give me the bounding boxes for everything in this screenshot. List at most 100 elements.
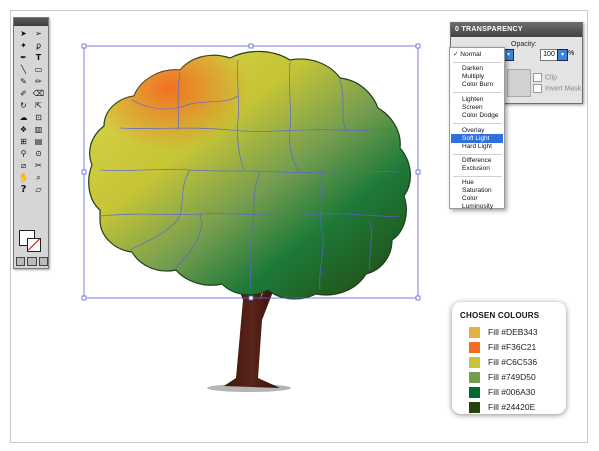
layer-thumbnail[interactable] <box>507 69 531 97</box>
menu-separator <box>453 176 502 177</box>
blend-mode-item[interactable]: Hue <box>462 179 474 187</box>
eraser-icon[interactable]: ⌫ <box>32 89 45 99</box>
mesh-icon[interactable]: ⊞ <box>17 137 30 147</box>
blend-icon[interactable]: ⊙ <box>32 149 45 159</box>
tools-panel[interactable]: ➤ ➢ ✦ ϼ ✒ T ╲ ▭ ✎ ✏ ✐ ⌫ ↻ ⇱ ☁ ⊡ ❖ ▥ ⊞ ▤ … <box>13 17 49 269</box>
color-mode-icon[interactable] <box>16 257 26 266</box>
paintbrush-icon[interactable]: ✎ <box>17 77 30 87</box>
invert-mask-checkbox[interactable]: Invert Mask <box>533 84 581 93</box>
pencil-icon[interactable]: ✏ <box>32 77 45 87</box>
blend-mode-item[interactable]: Hard Light <box>462 143 492 151</box>
menu-separator <box>453 92 502 93</box>
blend-mode-item-highlighted[interactable]: Soft Light <box>462 135 489 143</box>
clip-label: Clip <box>545 74 558 82</box>
opacity-input[interactable]: 100 <box>540 49 558 61</box>
blend-mode-item[interactable]: Darken <box>462 65 483 73</box>
colour-swatch <box>469 401 480 413</box>
gradient-mode-icon[interactable] <box>27 257 37 266</box>
hand-icon[interactable]: ✋ <box>17 173 30 183</box>
invert-mask-checkbox-box[interactable] <box>533 84 542 93</box>
line-icon[interactable]: ╲ <box>17 65 30 75</box>
zoom-icon[interactable]: ⌕ <box>32 173 45 183</box>
colour-label: Fill #006A30 <box>488 387 536 397</box>
blend-mode-item[interactable]: Screen <box>462 104 483 112</box>
colour-swatch <box>469 371 480 383</box>
colour-label: Fill #F36C21 <box>488 342 537 352</box>
colour-swatch <box>469 326 480 338</box>
blend-mode-item[interactable]: Saturation <box>462 187 492 195</box>
magic-wand-icon[interactable]: ✦ <box>17 41 30 51</box>
chosen-colours-title: CHOSEN COLOURS <box>460 311 540 320</box>
lasso-icon[interactable]: ϼ <box>32 41 45 51</box>
colour-row: Fill #F36C21 <box>469 341 536 353</box>
blend-mode-item[interactable]: Multiply <box>462 73 484 81</box>
handle-bottom-left[interactable] <box>81 295 87 301</box>
type-icon[interactable]: T <box>32 53 45 63</box>
colour-label: Fill #24420E <box>488 402 536 412</box>
opacity-label: Opacity: <box>511 41 537 48</box>
handle-top-left[interactable] <box>81 43 87 49</box>
handle-bottom-right[interactable] <box>415 295 421 301</box>
free-transform-icon[interactable]: ⊡ <box>32 113 45 123</box>
handle-bottom-center[interactable] <box>248 295 254 301</box>
selection-tool-icon[interactable]: ➤ <box>17 29 30 39</box>
blend-mode-item[interactable]: Difference <box>462 157 492 165</box>
colour-label: Fill #DEB343 <box>488 327 538 337</box>
blend-mode-item[interactable]: Lighten <box>462 96 483 104</box>
chosen-colours-card: CHOSEN COLOURS Fill #DEB343 Fill #F36C21… <box>452 302 566 414</box>
blend-mode-item[interactable]: Luminosity <box>462 203 493 211</box>
colour-label: Fill #C6C536 <box>488 357 538 367</box>
crown-highlight <box>88 51 411 299</box>
slice-icon[interactable]: ⧄ <box>17 161 30 171</box>
colour-label: Fill #749D50 <box>488 372 536 382</box>
colour-swatch <box>469 356 480 368</box>
blend-mode-item[interactable]: Exclusion <box>462 165 490 173</box>
warp-icon[interactable]: ☁ <box>17 113 30 123</box>
stroke-swatch[interactable] <box>27 238 41 252</box>
colour-row: Fill #24420E <box>469 401 535 413</box>
graph-icon[interactable]: ▥ <box>32 125 45 135</box>
fill-stroke-swatches[interactable] <box>17 228 45 256</box>
menu-separator <box>453 62 502 63</box>
gradient-icon[interactable]: ▤ <box>32 137 45 147</box>
opacity-dropdown-button[interactable]: ▾ <box>557 49 568 61</box>
screen-mode-buttons[interactable] <box>16 257 48 266</box>
rectangle-icon[interactable]: ▭ <box>32 65 45 75</box>
pen-icon[interactable]: ✒ <box>17 53 30 63</box>
direct-selection-tool-icon[interactable]: ➢ <box>32 29 45 39</box>
opacity-unit: % <box>568 50 575 57</box>
menu-separator <box>453 154 502 155</box>
transparency-panel-title[interactable]: 0 TRANSPARENCY <box>451 23 582 37</box>
menu-separator <box>453 123 502 124</box>
blend-mode-item[interactable]: Color Dodge <box>462 112 499 120</box>
invert-mask-label: Invert Mask <box>545 85 582 93</box>
tools-panel-titlebar[interactable] <box>14 18 48 26</box>
scissors-icon[interactable]: ✂ <box>32 161 45 171</box>
colour-swatch <box>469 386 480 398</box>
blend-mode-menu[interactable]: ✓ Normal Darken Multiply Color Burn Ligh… <box>449 47 505 211</box>
help-icon[interactable]: ? <box>17 185 30 195</box>
clip-checkbox-box[interactable] <box>533 73 542 82</box>
blend-mode-item[interactable]: Color Burn <box>462 81 493 89</box>
handle-top-right[interactable] <box>415 43 421 49</box>
scale-icon[interactable]: ⇱ <box>32 101 45 111</box>
blend-mode-selected[interactable]: ✓ Normal <box>453 51 481 59</box>
colour-swatch <box>469 341 480 353</box>
rotate-icon[interactable]: ↻ <box>17 101 30 111</box>
blend-mode-item[interactable]: Color <box>462 195 478 203</box>
handle-middle-left[interactable] <box>81 169 87 175</box>
symbol-sprayer-icon[interactable]: ❖ <box>17 125 30 135</box>
blend-mode-selected-label: Normal <box>460 51 482 58</box>
none-mode-icon[interactable] <box>38 257 48 266</box>
colour-row: Fill #C6C536 <box>469 356 537 368</box>
eyedropper-icon[interactable]: ⚲ <box>17 149 30 159</box>
colour-row: Fill #749D50 <box>469 371 536 383</box>
tool-grid: ➤ ➢ ✦ ϼ ✒ T ╲ ▭ ✎ ✏ ✐ ⌫ ↻ ⇱ ☁ ⊡ ❖ ▥ ⊞ ▤ … <box>17 29 47 196</box>
blob-brush-icon[interactable]: ✐ <box>17 89 30 99</box>
colour-row: Fill #006A30 <box>469 386 535 398</box>
clip-checkbox[interactable]: Clip <box>533 73 557 82</box>
colour-row: Fill #DEB343 <box>469 326 538 338</box>
handle-middle-right[interactable] <box>415 169 421 175</box>
artboard-tool-icon[interactable]: ▱ <box>32 185 45 195</box>
handle-top-center[interactable] <box>248 43 254 49</box>
